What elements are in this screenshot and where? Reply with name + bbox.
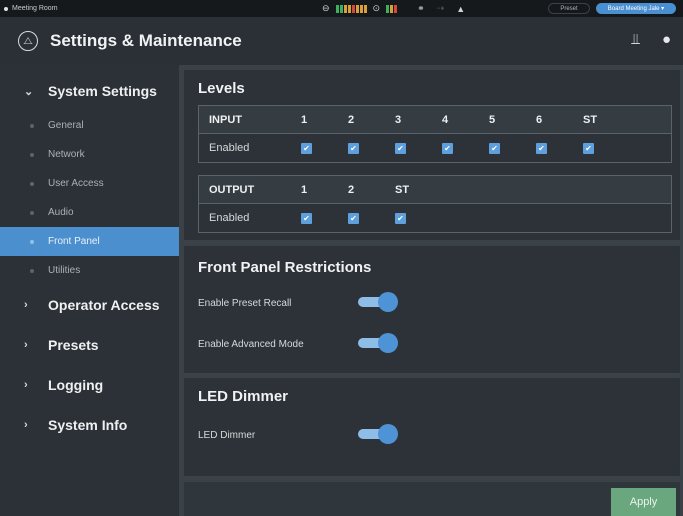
- preset-recall-label: Enable Preset Recall: [198, 298, 292, 309]
- advanced-mode-label: Enable Advanced Mode: [198, 339, 304, 350]
- footer-bar: Apply: [184, 482, 680, 516]
- led-dimmer-card: LED Dimmer LED Dimmer: [184, 378, 680, 476]
- output-2-checkbox[interactable]: ✔: [348, 213, 359, 225]
- front-panel-title: Front Panel Restrictions: [198, 259, 372, 276]
- sidebar-item-user-access[interactable]: User Access: [0, 169, 179, 198]
- table-header-row: OUTPUT 1 2 ST: [199, 176, 671, 204]
- sidebar-section-logging[interactable]: › Logging: [0, 365, 179, 405]
- column-header: 1: [301, 113, 308, 126]
- sidebar-item-front-panel[interactable]: Front Panel: [0, 227, 179, 256]
- sidebar-section-operator-access[interactable]: › Operator Access: [0, 285, 179, 325]
- column-header: 4: [442, 113, 449, 126]
- sidebar-item-general[interactable]: General: [0, 111, 179, 140]
- apply-button[interactable]: Apply: [611, 488, 676, 516]
- brand-logo-icon[interactable]: ⧍: [18, 31, 38, 51]
- table-header-row: INPUT 1 2 3 4 5 6 ST: [199, 106, 671, 134]
- output-1-checkbox[interactable]: ✔: [301, 213, 312, 225]
- input-4-checkbox[interactable]: ✔: [442, 143, 453, 155]
- sidebar-section-label: System Settings: [48, 83, 157, 99]
- sidebar-item-label: Utilities: [48, 265, 81, 276]
- output-icon: ⊙: [372, 3, 381, 13]
- sidebar-section-label: Presets: [48, 337, 99, 353]
- sidebar-section-system-info[interactable]: › System Info: [0, 405, 179, 445]
- table-row: Enabled ✔ ✔ ✔ ✔ ✔ ✔ ✔: [199, 134, 671, 162]
- input-st-checkbox[interactable]: ✔: [583, 143, 594, 155]
- bullet-icon: [30, 123, 34, 128]
- sidebar-item-audio[interactable]: Audio: [0, 198, 179, 227]
- column-header: ST: [583, 113, 598, 126]
- bullet-icon: [30, 239, 34, 244]
- input-levels-table: INPUT 1 2 3 4 5 6 ST Enabled ✔ ✔ ✔ ✔ ✔ ✔…: [198, 105, 672, 163]
- bullet-icon: [30, 268, 34, 273]
- output-levels-table: OUTPUT 1 2 ST Enabled ✔ ✔ ✔: [198, 175, 672, 233]
- input-header: INPUT: [209, 113, 242, 126]
- link-icon[interactable]: ⚭: [417, 3, 425, 14]
- user-icon[interactable]: ●: [662, 31, 671, 48]
- room-indicator: Meeting Room: [0, 5, 58, 12]
- input-6-checkbox[interactable]: ✔: [536, 143, 547, 155]
- status-dot-icon: [4, 6, 8, 11]
- front-panel-restrictions-card: Front Panel Restrictions Enable Preset R…: [184, 246, 680, 373]
- sidebar-section-system-settings[interactable]: ⌄ System Settings: [0, 71, 179, 111]
- column-header: 6: [536, 113, 543, 126]
- page-title: Settings & Maintenance: [50, 31, 242, 50]
- warning-icon[interactable]: ▲: [456, 4, 465, 14]
- column-header: ST: [395, 183, 410, 196]
- sidebar-section-label: Logging: [48, 377, 104, 393]
- sidebar-item-label: General: [48, 120, 84, 131]
- sidebar-item-label: Network: [48, 149, 85, 160]
- levels-title: Levels: [198, 80, 245, 97]
- output-header: OUTPUT: [209, 183, 255, 196]
- preset-dropdown[interactable]: Board Meeting Jale ▾: [596, 3, 676, 14]
- chevron-right-icon: ›: [24, 419, 28, 431]
- column-header: 2: [348, 113, 355, 126]
- chevron-down-icon: ⌄: [24, 85, 34, 98]
- column-header: 5: [489, 113, 496, 126]
- chevron-right-icon: ›: [24, 299, 28, 311]
- preset-label: Preset: [548, 3, 590, 14]
- output-st-checkbox[interactable]: ✔: [395, 213, 406, 225]
- sidebar-section-presets[interactable]: › Presets: [0, 325, 179, 365]
- sync-icon: ⇢: [436, 3, 445, 13]
- levels-card: Levels INPUT 1 2 3 4 5 6 ST Enabled ✔ ✔ …: [184, 70, 680, 240]
- sidebar-item-label: User Access: [48, 178, 104, 189]
- input-meter: [335, 4, 367, 13]
- column-header: 3: [395, 113, 402, 126]
- advanced-mode-toggle[interactable]: [358, 333, 398, 353]
- bullet-icon: [30, 152, 34, 157]
- led-dimmer-toggle[interactable]: [358, 424, 398, 444]
- input-5-checkbox[interactable]: ✔: [489, 143, 500, 155]
- preset-recall-toggle[interactable]: [358, 292, 398, 312]
- column-header: 1: [301, 183, 308, 196]
- bullet-icon: [30, 210, 34, 215]
- mixer-settings-icon[interactable]: ⫫: [632, 31, 640, 48]
- input-3-checkbox[interactable]: ✔: [395, 143, 406, 155]
- row-label: Enabled: [209, 212, 250, 224]
- output-meter: [386, 4, 398, 13]
- led-dimmer-label: LED Dimmer: [198, 430, 256, 441]
- input-2-checkbox[interactable]: ✔: [348, 143, 359, 155]
- sidebar-item-label: Audio: [48, 207, 74, 218]
- main-content: Levels INPUT 1 2 3 4 5 6 ST Enabled ✔ ✔ …: [179, 65, 683, 516]
- bullet-icon: [30, 181, 34, 186]
- led-dimmer-title: LED Dimmer: [198, 388, 289, 405]
- sidebar-section-label: Operator Access: [48, 297, 160, 313]
- sidebar: ⌄ System Settings General Network User A…: [0, 65, 179, 516]
- column-header: 2: [348, 183, 355, 196]
- table-row: Enabled ✔ ✔ ✔: [199, 204, 671, 232]
- sidebar-section-label: System Info: [48, 417, 128, 433]
- room-name: Meeting Room: [12, 5, 58, 12]
- chevron-right-icon: ›: [24, 339, 28, 351]
- level-meters: ⊖ ⊙ ⚭ ⇢ ▲: [322, 3, 465, 14]
- sidebar-item-utilities[interactable]: Utilities: [0, 256, 179, 285]
- app-header: ⧍ Settings & Maintenance ⫫ ●: [0, 17, 683, 65]
- sidebar-item-label: Front Panel: [48, 236, 100, 247]
- input-1-checkbox[interactable]: ✔: [301, 143, 312, 155]
- input-icon: ⊖: [322, 3, 330, 13]
- row-label: Enabled: [209, 142, 250, 154]
- chevron-right-icon: ›: [24, 379, 28, 391]
- sidebar-item-network[interactable]: Network: [0, 140, 179, 169]
- status-bar: Meeting Room ⊖ ⊙ ⚭ ⇢ ▲ Preset Board Meet…: [0, 0, 683, 17]
